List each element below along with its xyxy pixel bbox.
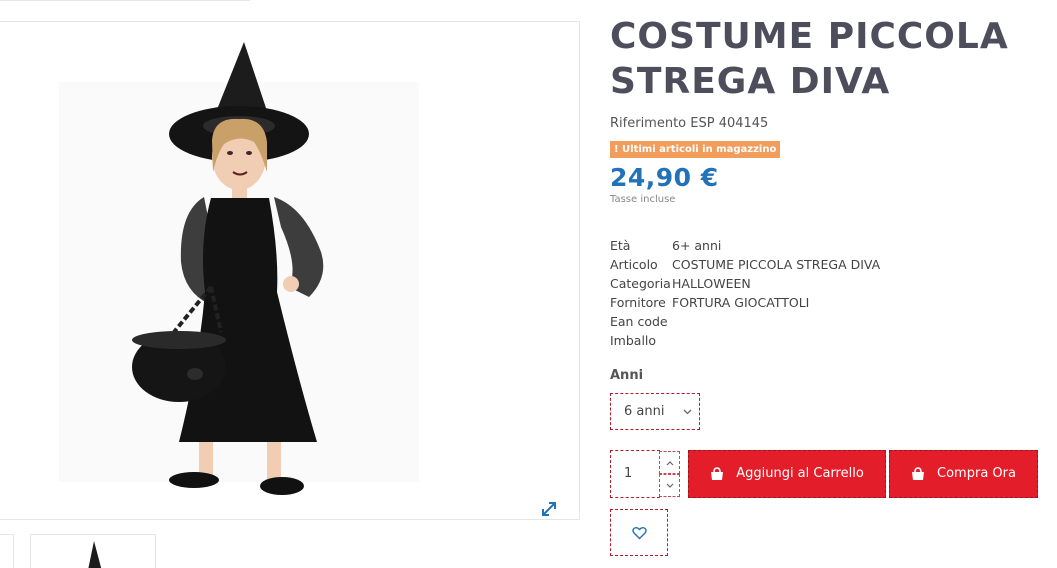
thumbnail-1[interactable] — [0, 534, 14, 568]
buy-now-button[interactable]: Compra Ora — [889, 450, 1038, 498]
product-features: Età 6+ anni Articolo COSTUME PICCOLA STR… — [610, 236, 880, 350]
heart-icon — [631, 526, 647, 539]
feature-value: 6+ anni — [672, 238, 722, 253]
product-reference: Riferimento ESP 404145 — [610, 116, 769, 131]
chevron-up-icon — [666, 461, 674, 466]
product-price: 24,90 € — [610, 163, 719, 192]
expand-icon[interactable] — [540, 500, 558, 518]
feature-key: Ean code — [610, 314, 668, 329]
stock-warning-badge: ! Ultimi articoli in magazzino — [610, 141, 781, 158]
shopping-bag-icon — [711, 467, 724, 480]
stock-warning-text: Ultimi articoli in magazzino — [622, 144, 777, 155]
feature-row: Categoria HALLOWEEN — [610, 274, 880, 293]
buy-now-label: Compra Ora — [937, 466, 1016, 481]
age-select[interactable]: 6 anni — [610, 393, 700, 430]
feature-key: Categoria — [610, 276, 671, 291]
wishlist-button[interactable] — [610, 509, 668, 556]
feature-value: COSTUME PICCOLA STREGA DIVA — [672, 257, 881, 272]
feature-key: Età — [610, 238, 631, 253]
product-image[interactable] — [0, 21, 580, 520]
shopping-bag-icon — [912, 467, 925, 480]
thumbnail-hat-image — [88, 541, 102, 568]
feature-row: Fornitore FORTURA GIOCATTOLI — [610, 293, 880, 312]
chevron-down-icon — [683, 409, 692, 415]
thumbnail-2[interactable] — [30, 534, 156, 568]
variant-label: Anni — [610, 368, 644, 383]
costume-photo — [59, 42, 419, 495]
add-to-cart-label: Aggiungi al Carrello — [736, 466, 864, 481]
feature-key: Imballo — [610, 333, 657, 348]
feature-row: Imballo — [610, 331, 880, 350]
feature-row: Articolo COSTUME PICCOLA STREGA DIVA — [610, 255, 880, 274]
feature-key: Articolo — [610, 257, 658, 272]
product-title: COSTUME PICCOLA STREGA DIVA — [610, 16, 1009, 102]
add-to-cart-button[interactable]: Aggiungi al Carrello — [688, 450, 886, 498]
age-select-value: 6 anni — [624, 404, 665, 419]
feature-row: Età 6+ anni — [610, 236, 880, 255]
feature-row: Ean code — [610, 312, 880, 331]
exclamation-icon: ! — [614, 144, 619, 155]
feature-value: FORTURA GIOCATTOLI — [672, 295, 810, 310]
quantity-input[interactable]: 1 — [610, 450, 660, 498]
top-divider — [0, 0, 250, 2]
quantity-decrement-button[interactable] — [659, 474, 680, 497]
quantity-increment-button[interactable] — [659, 451, 680, 474]
feature-value: HALLOWEEN — [672, 276, 751, 291]
chevron-down-icon — [666, 483, 674, 488]
tax-note: Tasse incluse — [610, 194, 676, 205]
feature-key: Fornitore — [610, 295, 666, 310]
